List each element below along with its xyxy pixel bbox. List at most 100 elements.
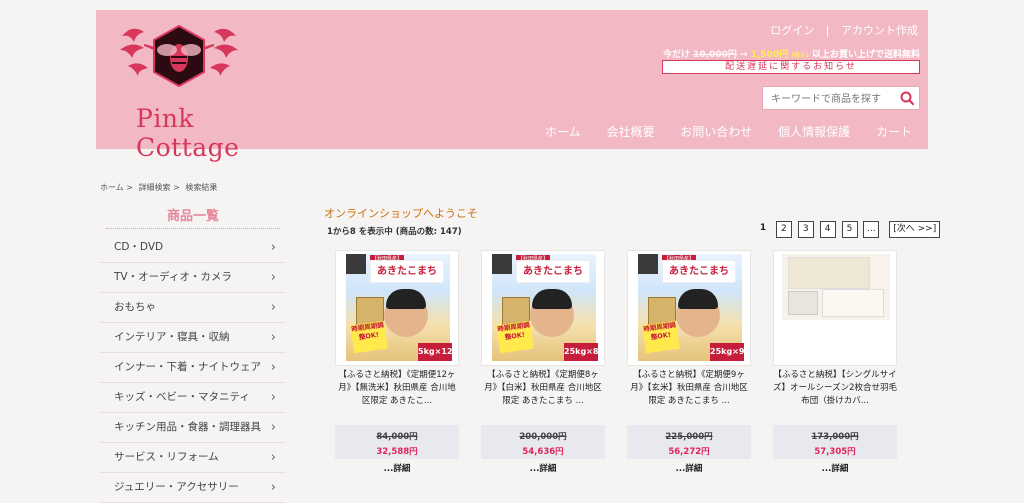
sale-price: 56,272円 <box>668 447 710 457</box>
thumb-weight: 25kg×8 <box>564 343 598 361</box>
brand-box-icon <box>638 254 658 274</box>
original-price: 84,000円 <box>376 432 418 442</box>
sidebar-item-label: TV・オーディオ・カメラ <box>114 271 232 283</box>
next-page-button[interactable]: [次へ >>] <box>889 221 941 238</box>
futon-package-icon <box>788 291 818 315</box>
breadcrumb-home[interactable]: ホーム > <box>100 183 133 192</box>
category-list: CD・DVD › TV・オーディオ・カメラ › おもちゃ › インテリア・寝具・収納 ›… <box>100 233 286 503</box>
welcome-heading: オンラインショップへようこそ <box>324 207 478 220</box>
detail-link[interactable]: ...詳細 <box>335 462 459 474</box>
product-image[interactable]: 【秋田県産】 あきたこまち 時期周期調整OK! 5kg×12 <box>335 250 459 366</box>
product-image[interactable]: 【秋田県産】 あきたこまち 時期周期調整OK! 25kg×9 <box>627 250 751 366</box>
page-current: 1 <box>759 223 767 233</box>
price-box: 173,000円 57,305円 <box>773 425 897 459</box>
thumb-badge: 時期周期調整OK! <box>350 320 388 354</box>
shipping-tax: (税込) <box>791 52 809 59</box>
logo[interactable]: Pink Cottage <box>114 16 244 162</box>
chevron-right-icon: › <box>270 240 276 255</box>
search-icon[interactable] <box>899 90 915 106</box>
price-box: 84,000円 32,588円 <box>335 425 459 459</box>
thumb-title: あきたこまち <box>370 260 444 283</box>
thumb-badge: 時期周期調整OK! <box>642 320 680 354</box>
page-link[interactable]: 5 <box>841 221 858 238</box>
original-price: 173,000円 <box>811 432 859 442</box>
child-hair-icon <box>532 289 572 309</box>
account-links: ログイン | アカウント作成 <box>770 22 918 38</box>
page-link[interactable]: 3 <box>797 221 814 238</box>
product-name[interactable]: 【ふるさと納税】【シングルサイズ】オールシーズン2枚合せ羽毛布団（掛けカバ... <box>773 369 897 408</box>
category-sidebar: 商品一覧 CD・DVD › TV・オーディオ・カメラ › おもちゃ › インテリア・寝… <box>100 206 286 503</box>
chevron-right-icon: › <box>270 480 276 495</box>
product-name[interactable]: 【ふるさと納税】《定期便9ヶ月》【玄米】秋田県産 合川地区限定 あきたこまち .… <box>627 369 751 408</box>
sidebar-item-jewelry[interactable]: ジュエリー・アクセサリー › <box>100 473 286 503</box>
original-price: 200,000円 <box>519 432 567 442</box>
chevron-right-icon: › <box>270 450 276 465</box>
chevron-right-icon: › <box>270 390 276 405</box>
shipping-prefix: 今だけ <box>663 50 691 60</box>
sidebar-item-service[interactable]: サービス・リフォーム › <box>100 443 286 473</box>
page: Pink Cottage ログイン | アカウント作成 今だけ 10,000円 … <box>0 0 1024 503</box>
sidebar-item-label: インナー・下着・ナイトウェア <box>114 361 261 373</box>
brand-name: Pink Cottage <box>136 104 240 162</box>
product-image[interactable]: 【秋田県産】 あきたこまち 時期周期調整OK! 25kg×8 <box>481 250 605 366</box>
sale-price: 57,305円 <box>814 447 856 457</box>
product-image[interactable] <box>773 250 897 366</box>
login-link[interactable]: ログイン <box>770 22 814 38</box>
product-name[interactable]: 【ふるさと納税】《定期便12ヶ月》【無洗米】秋田県産 合川地区限定 あきたこ..… <box>335 369 459 408</box>
thumb-weight: 25kg×9 <box>710 343 744 361</box>
pagination: 1 2 3 4 5 ... [次へ >>] <box>756 221 943 239</box>
free-shipping-banner: 今だけ 10,000円 → 1,500円 (税込) 以上お買い上げで送料無料 <box>663 47 920 60</box>
sidebar-item-kitchen[interactable]: キッチン用品・食器・調理器具 › <box>100 413 286 443</box>
nav-company[interactable]: 会社概要 <box>606 125 654 139</box>
sidebar-item-inner[interactable]: インナー・下着・ナイトウェア › <box>100 353 286 383</box>
search-box <box>762 86 920 110</box>
sale-price: 32,588円 <box>376 447 418 457</box>
page-ellipsis: ... <box>863 221 880 238</box>
detail-link[interactable]: ...詳細 <box>773 462 897 474</box>
sidebar-item-interior[interactable]: インテリア・寝具・収納 › <box>100 323 286 353</box>
nav-cart[interactable]: カート <box>876 125 912 139</box>
sidebar-item-label: CD・DVD <box>114 241 164 253</box>
nav-home[interactable]: ホーム <box>545 125 581 139</box>
brand-box-icon <box>492 254 512 274</box>
nav-contact[interactable]: お問い合わせ <box>680 125 752 139</box>
chevron-right-icon: › <box>270 330 276 345</box>
detail-link[interactable]: ...詳細 <box>481 462 605 474</box>
sidebar-item-cd-dvd[interactable]: CD・DVD › <box>100 233 286 263</box>
sidebar-item-tv-audio-camera[interactable]: TV・オーディオ・カメラ › <box>100 263 286 293</box>
product-name[interactable]: 【ふるさと納税】《定期便8ヶ月》【白米】秋田県産 合川地区限定 あきたこまち .… <box>481 369 605 408</box>
sidebar-item-label: キッズ・ベビー・マタニティ <box>114 391 250 403</box>
shipping-suffix: 以上お買い上げで送料無料 <box>811 50 920 60</box>
breadcrumb: ホーム > 詳細検索 > 検索結果 <box>100 182 220 193</box>
breadcrumb-advanced-search[interactable]: 詳細検索 > <box>139 183 180 192</box>
page-link[interactable]: 2 <box>775 221 792 238</box>
thumb-title: あきたこまち <box>662 260 736 283</box>
create-account-link[interactable]: アカウント作成 <box>841 22 918 38</box>
chevron-right-icon: › <box>270 420 276 435</box>
nav-privacy[interactable]: 個人情報保護 <box>778 125 850 139</box>
thumb-title: あきたこまち <box>516 260 590 283</box>
futon-folded-icon <box>788 257 870 289</box>
page-link[interactable]: 4 <box>819 221 836 238</box>
child-hair-icon <box>678 289 718 309</box>
sale-price: 54,636円 <box>522 447 564 457</box>
futon-stack-icon <box>822 289 884 317</box>
chevron-right-icon: › <box>270 270 276 285</box>
price-box: 225,000円 56,272円 <box>627 425 751 459</box>
result-count: 1から8 を表示中 (商品の数: 147) <box>327 227 462 237</box>
search-input[interactable] <box>769 90 897 108</box>
shipping-arrow: → <box>740 50 748 60</box>
detail-link[interactable]: ...詳細 <box>627 462 751 474</box>
delivery-delay-notice-button[interactable]: 配送遅延に関するお知らせ <box>662 60 920 74</box>
breadcrumb-results: 検索結果 <box>185 183 218 192</box>
sidebar-item-label: キッチン用品・食器・調理器具 <box>114 421 261 433</box>
original-price: 225,000円 <box>665 432 713 442</box>
brand-box-icon <box>346 254 366 274</box>
sidebar-item-label: ジュエリー・アクセサリー <box>114 481 239 493</box>
sidebar-item-toys[interactable]: おもちゃ › <box>100 293 286 323</box>
sidebar-item-kids[interactable]: キッズ・ベビー・マタニティ › <box>100 383 286 413</box>
child-hair-icon <box>386 289 426 309</box>
shipping-old-threshold: 10,000円 <box>693 50 737 60</box>
site-header: Pink Cottage ログイン | アカウント作成 今だけ 10,000円 … <box>96 10 928 162</box>
bee-emblem-icon <box>120 24 238 88</box>
